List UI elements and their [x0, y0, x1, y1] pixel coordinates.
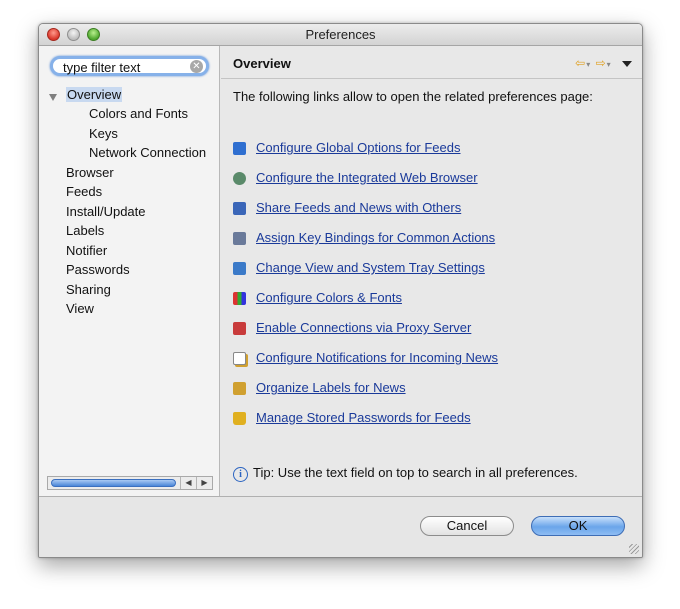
tree-item-overview[interactable]: Overview — [66, 87, 123, 102]
tree-item-view[interactable]: View — [66, 301, 94, 316]
tree-item-label: Colors and Fonts — [89, 106, 188, 121]
intro-text: The following links allow to open the re… — [233, 89, 593, 104]
link-label[interactable]: Organize Labels for News — [256, 380, 406, 395]
preferences-window: Preferences type filter text ✕ Overview … — [38, 23, 643, 558]
title-bar[interactable]: Preferences — [39, 24, 642, 46]
page-header: Overview ⇦▾ ⇨▾ — [221, 46, 642, 79]
tree-item-colors-and-fonts[interactable]: Colors and Fonts — [89, 106, 188, 121]
tree-item-feeds[interactable]: Feeds — [66, 184, 102, 199]
network-icon — [233, 322, 246, 335]
rss-icon — [233, 142, 246, 155]
tree-item-label: Labels — [66, 223, 105, 238]
view-menu-icon[interactable] — [622, 60, 632, 67]
window-title: Preferences — [305, 27, 376, 42]
tree-item-network-connection[interactable]: Network Connection — [89, 145, 206, 160]
tree-item-label: Feeds — [66, 184, 103, 199]
tree-item-install-update[interactable]: Install/Update — [66, 204, 146, 219]
ok-button[interactable]: OK — [531, 516, 625, 536]
tree-item-label: View — [66, 301, 94, 316]
dialog-button-bar: Cancel OK — [39, 496, 642, 557]
forward-dropdown-icon[interactable]: ▾ — [607, 60, 612, 69]
scroll-right-arrow-icon[interactable]: ▶ — [196, 477, 212, 489]
window-icon — [233, 262, 246, 275]
link-label[interactable]: Configure Notifications for Incoming New… — [256, 350, 498, 365]
tip-line: i Tip: Use the text field on top to searc… — [233, 465, 578, 482]
link-label[interactable]: Configure Colors & Fonts — [256, 290, 402, 305]
palette-icon — [233, 292, 246, 305]
cancel-button[interactable]: Cancel — [420, 516, 514, 536]
tree-item-labels[interactable]: Labels — [66, 223, 104, 238]
info-icon: i — [233, 467, 248, 482]
tree-item-label: Notifier — [66, 243, 108, 258]
tree-item-label: Network Connection — [89, 145, 207, 160]
resize-grip-icon[interactable] — [629, 544, 639, 554]
back-arrow-icon[interactable]: ⇦ — [575, 56, 586, 70]
tree-item-label: Install/Update — [66, 204, 146, 219]
tree-item-label: Passwords — [66, 262, 130, 277]
people-icon — [233, 202, 246, 215]
preferences-tree-pane: type filter text ✕ Overview Colors and F… — [39, 46, 220, 496]
lock-icon — [233, 412, 246, 425]
link-label[interactable]: Configure Global Options for Feeds — [256, 140, 461, 155]
notification-icon — [233, 352, 246, 365]
forward-arrow-icon[interactable]: ⇨ — [596, 56, 607, 70]
tree-item-label: Overview — [66, 87, 123, 102]
tree-item-label: Sharing — [66, 282, 111, 297]
link-label[interactable]: Share Feeds and News with Others — [256, 200, 461, 215]
tree-item-browser[interactable]: Browser — [66, 165, 114, 180]
scroll-left-arrow-icon[interactable]: ◀ — [180, 477, 196, 489]
tree-item-label: Browser — [66, 165, 114, 180]
label-icon — [233, 382, 246, 395]
tip-text: Tip: Use the text field on top to search… — [253, 465, 578, 480]
clear-search-icon[interactable]: ✕ — [190, 60, 203, 73]
page-title: Overview — [233, 56, 291, 71]
history-navigation: ⇦▾ ⇨▾ — [575, 56, 632, 70]
link-label[interactable]: Manage Stored Passwords for Feeds — [256, 410, 471, 425]
tree-item-keys[interactable]: Keys — [89, 126, 118, 141]
globe-icon — [233, 172, 246, 185]
tree-item-sharing[interactable]: Sharing — [66, 282, 111, 297]
tree-item-label: Keys — [89, 126, 118, 141]
tree-horizontal-scrollbar[interactable]: ◀ ▶ — [47, 476, 213, 490]
back-dropdown-icon[interactable]: ▾ — [586, 60, 591, 69]
link-label[interactable]: Configure the Integrated Web Browser — [256, 170, 478, 185]
expand-triangle-icon[interactable] — [49, 94, 57, 101]
tree-item-notifier[interactable]: Notifier — [66, 243, 107, 258]
link-label[interactable]: Assign Key Bindings for Common Actions — [256, 230, 495, 245]
filter-search-text[interactable]: type filter text — [63, 60, 140, 75]
tree-item-passwords[interactable]: Passwords — [66, 262, 130, 277]
keyboard-icon — [233, 232, 246, 245]
filter-search-field[interactable]: type filter text ✕ — [50, 56, 209, 76]
link-label[interactable]: Enable Connections via Proxy Server — [256, 320, 471, 335]
scrollbar-thumb[interactable] — [51, 479, 176, 487]
link-label[interactable]: Change View and System Tray Settings — [256, 260, 485, 275]
overview-pane: Overview ⇦▾ ⇨▾ The following links allow… — [221, 46, 642, 496]
